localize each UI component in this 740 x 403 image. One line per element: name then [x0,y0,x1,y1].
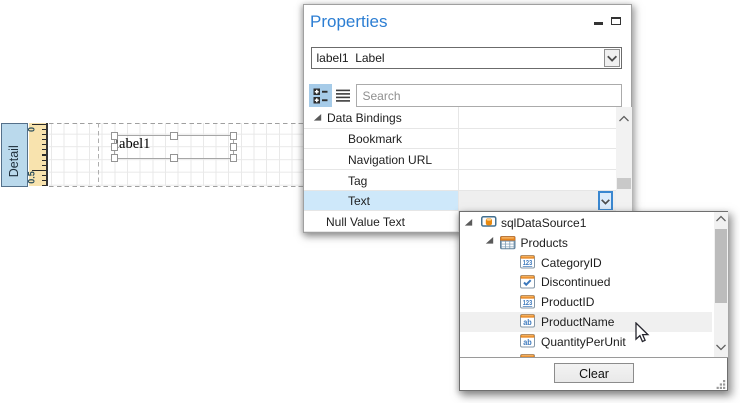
svg-text:123: 123 [523,260,533,267]
svg-text:ab: ab [523,317,532,327]
svg-text:ab: ab [523,337,532,347]
svg-text:123: 123 [523,300,533,307]
